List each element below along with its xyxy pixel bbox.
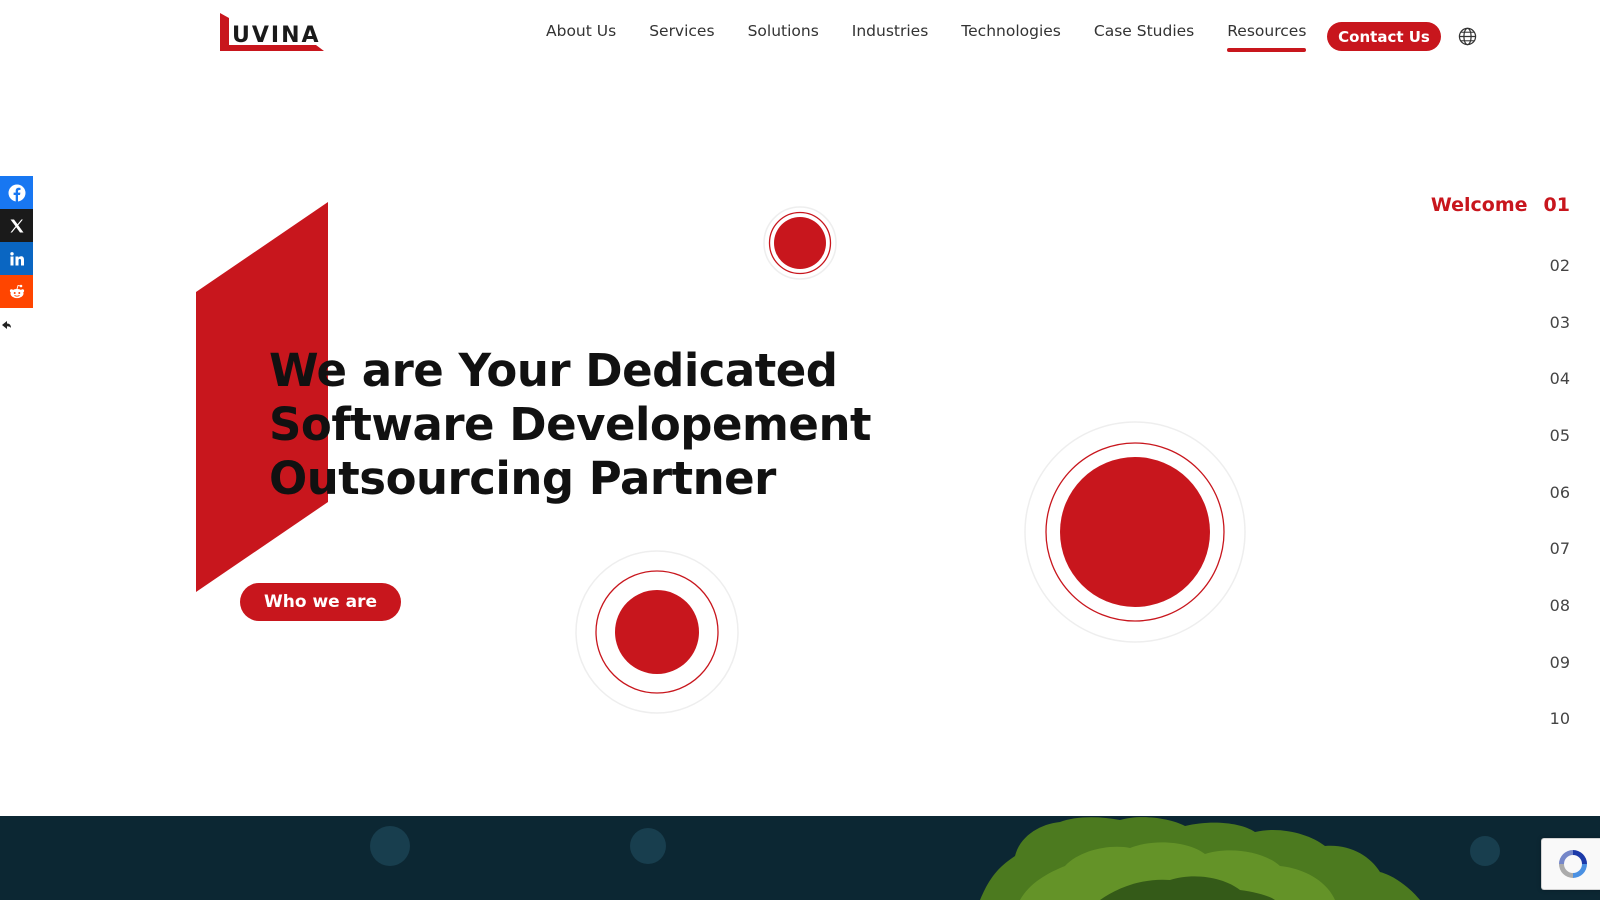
section-08[interactable]: 08 bbox=[1550, 596, 1570, 615]
nav-about-us[interactable]: About Us bbox=[546, 22, 616, 46]
hero-title-line-1: We are Your Dedicated bbox=[269, 344, 838, 397]
hide-share-icon[interactable] bbox=[2, 318, 16, 332]
x-icon bbox=[10, 219, 23, 232]
small-circle-decoration bbox=[763, 206, 837, 280]
bokeh-light bbox=[1470, 836, 1500, 866]
bokeh-light bbox=[630, 828, 666, 864]
section-04[interactable]: 04 bbox=[1550, 369, 1570, 388]
site-header: UVINA About Us Services Solutions Indust… bbox=[0, 0, 1600, 72]
main-nav: About Us Services Solutions Industries T… bbox=[546, 22, 1339, 52]
tree-image bbox=[980, 817, 1420, 900]
nav-technologies[interactable]: Technologies bbox=[961, 22, 1061, 46]
next-section-background bbox=[0, 816, 1600, 900]
facebook-icon bbox=[8, 184, 25, 201]
hero-title-line-2: Software Developement bbox=[269, 398, 872, 451]
section-02[interactable]: 02 bbox=[1550, 256, 1570, 275]
section-09[interactable]: 09 bbox=[1550, 653, 1570, 672]
nav-resources[interactable]: Resources bbox=[1227, 22, 1307, 52]
share-facebook-button[interactable] bbox=[0, 176, 33, 209]
section-03[interactable]: 03 bbox=[1550, 313, 1570, 332]
bokeh-light bbox=[370, 826, 410, 866]
medium-circle-decoration bbox=[575, 550, 739, 714]
section-10[interactable]: 10 bbox=[1550, 709, 1570, 728]
globe-icon[interactable] bbox=[1458, 27, 1477, 46]
section-05[interactable]: 05 bbox=[1550, 426, 1570, 445]
contact-us-button[interactable]: Contact Us bbox=[1327, 22, 1441, 51]
nav-case-studies[interactable]: Case Studies bbox=[1094, 22, 1194, 46]
recaptcha-badge[interactable] bbox=[1541, 838, 1600, 890]
section-01[interactable]: Welcome 01 bbox=[1431, 194, 1570, 216]
section-active-label: Welcome bbox=[1430, 194, 1528, 216]
nav-industries[interactable]: Industries bbox=[852, 22, 929, 46]
share-x-button[interactable] bbox=[0, 209, 33, 242]
logo-text: UVINA bbox=[232, 23, 321, 48]
reddit-icon bbox=[9, 284, 24, 298]
luvina-logo[interactable]: UVINA bbox=[220, 13, 326, 55]
nav-solutions[interactable]: Solutions bbox=[748, 22, 819, 46]
hero-title-line-3: Outsourcing Partner bbox=[269, 452, 776, 505]
share-linkedin-button[interactable] bbox=[0, 242, 33, 275]
share-reddit-button[interactable] bbox=[0, 275, 33, 308]
recaptcha-icon bbox=[1558, 850, 1587, 878]
social-share-bar bbox=[0, 176, 33, 337]
large-circle-decoration bbox=[1024, 421, 1246, 643]
section-07[interactable]: 07 bbox=[1550, 539, 1570, 558]
section-06[interactable]: 06 bbox=[1550, 483, 1570, 502]
nav-services[interactable]: Services bbox=[649, 22, 714, 46]
who-we-are-button[interactable]: Who we are bbox=[240, 583, 401, 621]
hero-title: We are Your Dedicated Software Developem… bbox=[269, 344, 889, 506]
linkedin-icon bbox=[9, 251, 24, 265]
